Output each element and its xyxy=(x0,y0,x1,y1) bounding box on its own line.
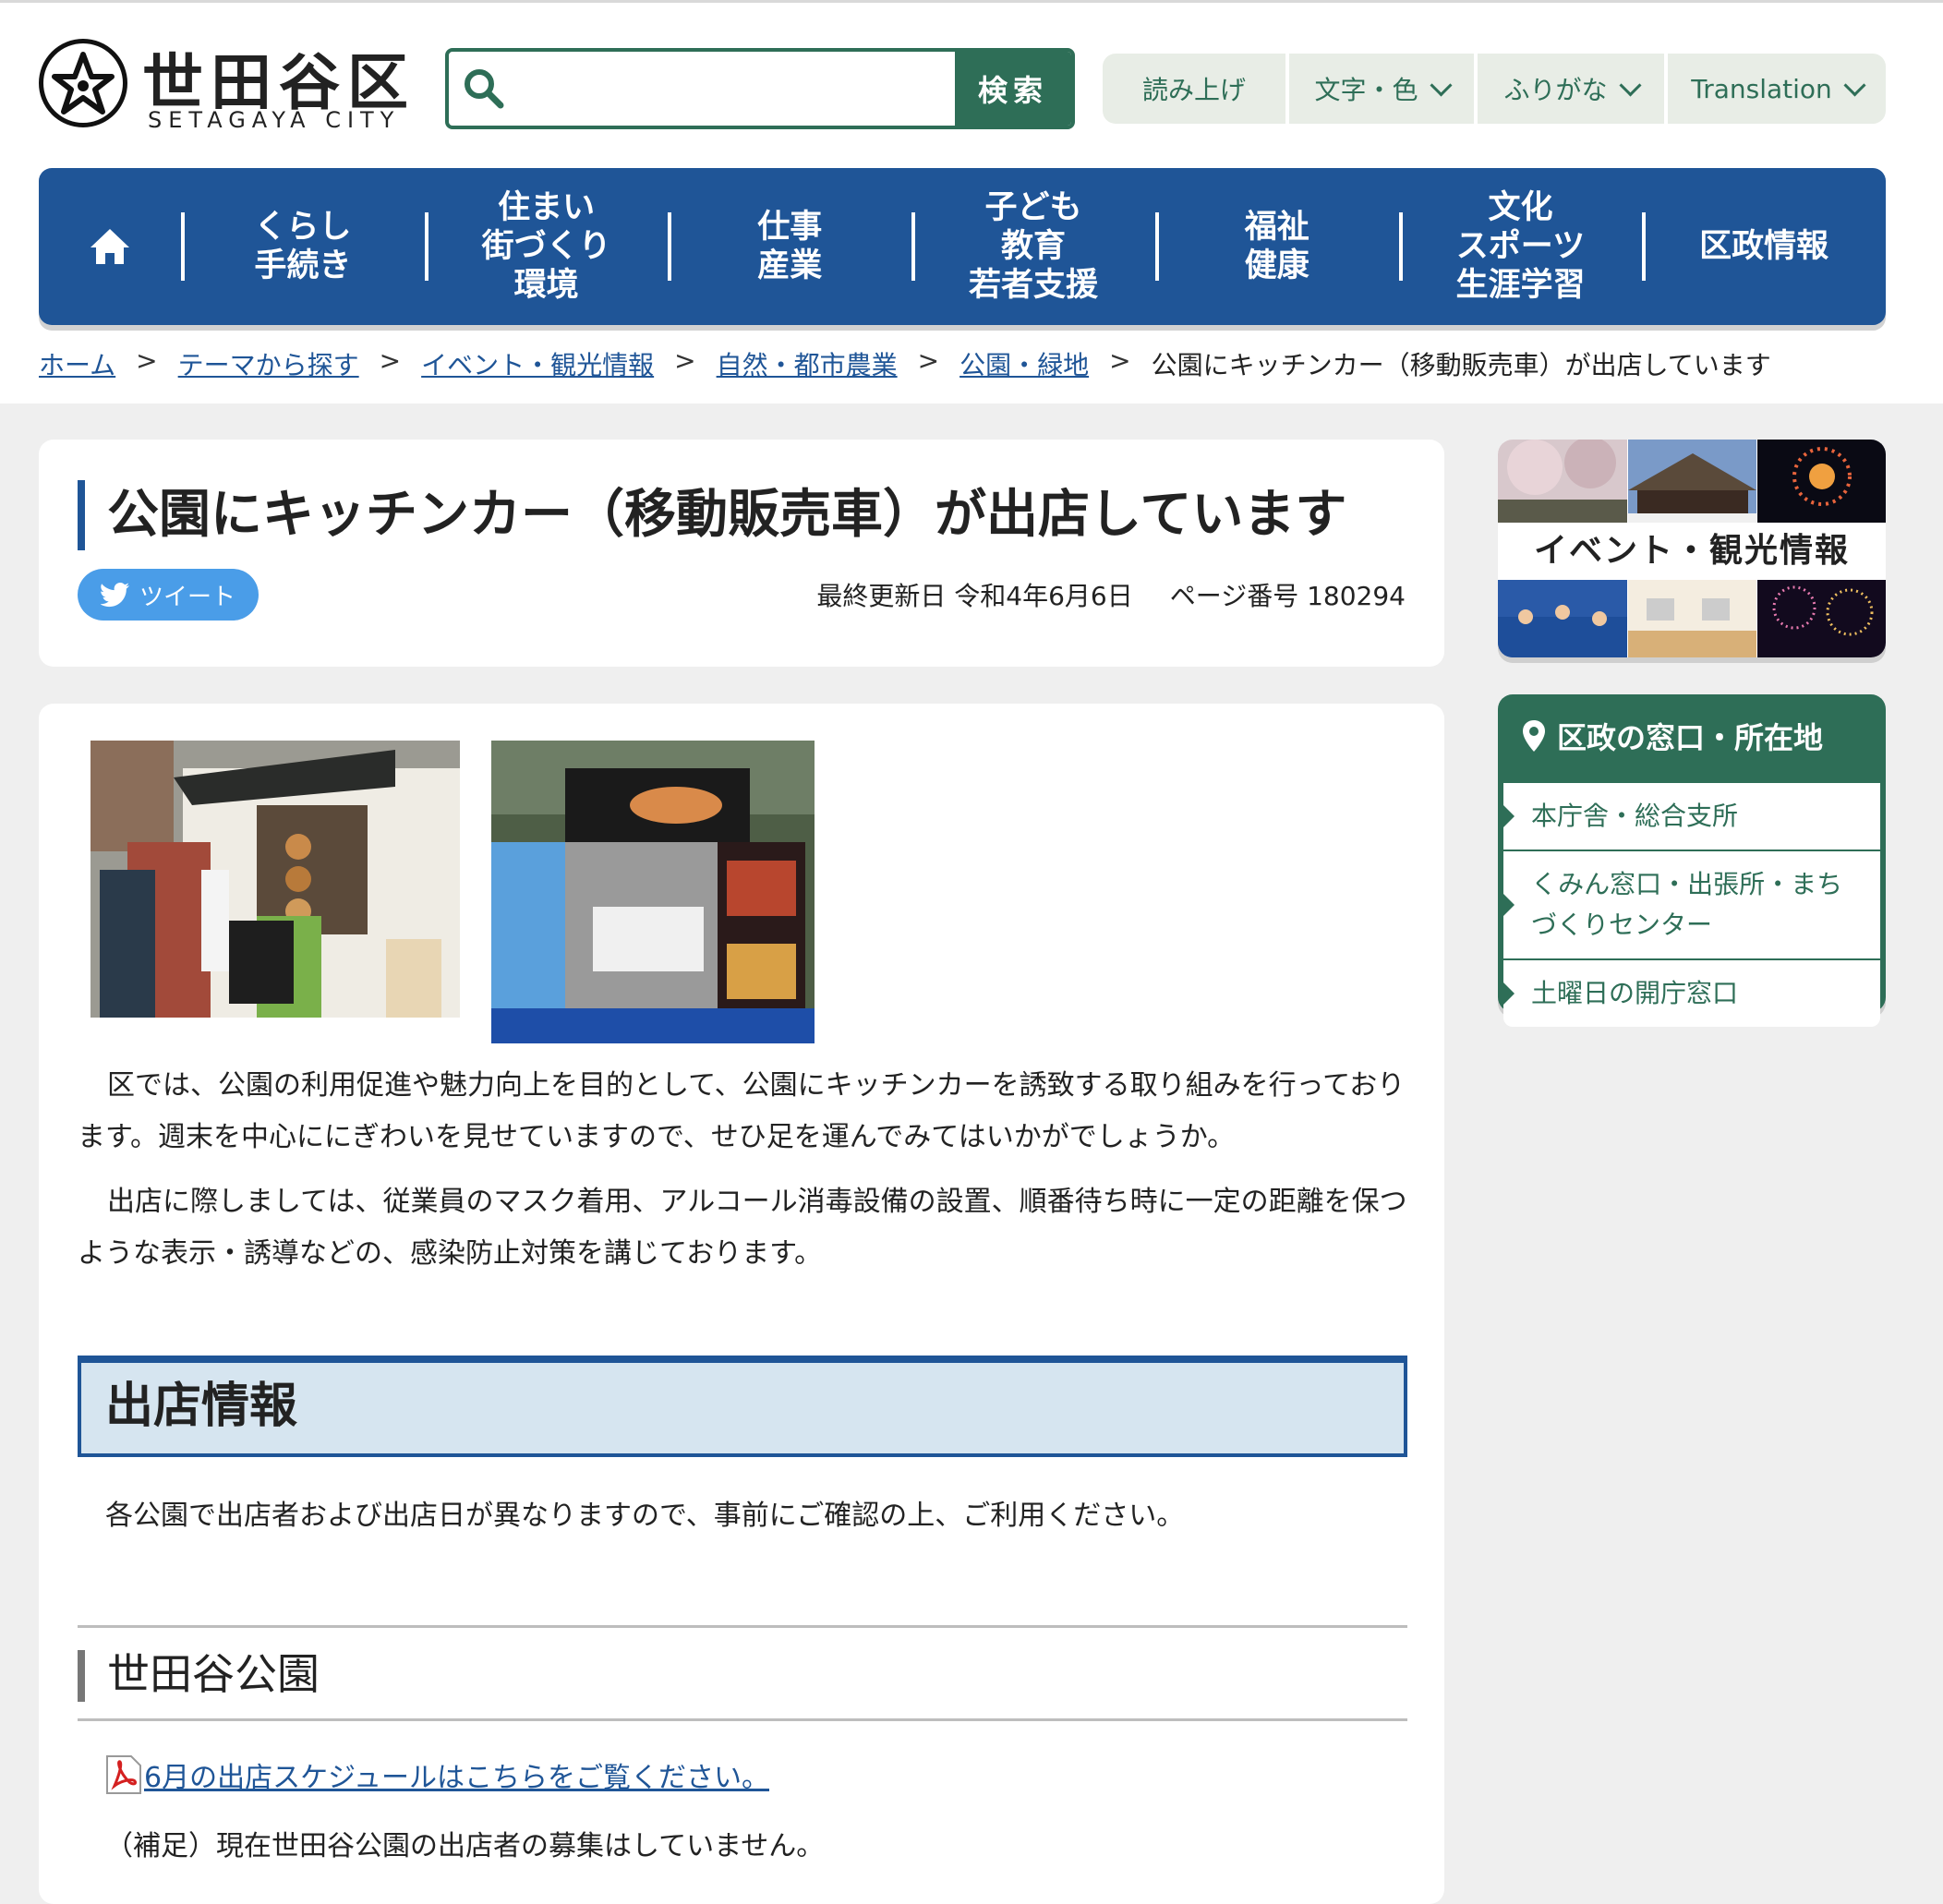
office-link-branch-offices[interactable]: くみん窓口・出張所・まちづくりセンター xyxy=(1503,851,1880,960)
page-number: ページ番号 180294 xyxy=(1169,581,1406,611)
nav-item-children[interactable]: 子ども 教育 若者支援 xyxy=(911,168,1155,325)
banner-title: イベント・観光情報 xyxy=(1498,523,1886,580)
tweet-button[interactable]: ツイート xyxy=(78,569,259,621)
translation-label: Translation xyxy=(1691,73,1832,104)
schedule-pdf-link[interactable]: 6月の出店スケジュールはこちらをご覧ください。 xyxy=(144,1754,769,1795)
nav-item-work[interactable]: 仕事 産業 xyxy=(668,168,911,325)
breadcrumb-theme[interactable]: テーマから探す xyxy=(178,345,359,382)
pdf-icon xyxy=(106,1755,141,1794)
kitchen-car-photo-2 xyxy=(491,741,815,1043)
breadcrumb-events[interactable]: イベント・観光情報 xyxy=(421,345,654,382)
breadcrumb-separator: > xyxy=(1109,345,1131,376)
heading-bar xyxy=(78,1650,85,1702)
read-aloud-label: 読み上げ xyxy=(1141,75,1246,105)
chevron-down-icon xyxy=(1843,73,1866,97)
banner-photo-marathon xyxy=(1498,580,1627,657)
safety-text: 出店に際しましては、従業員のマスク着用、アルコール消毒設備の設置、順番待ち時に一… xyxy=(78,1186,1407,1270)
home-icon xyxy=(91,229,129,264)
banner-photo-fireworks xyxy=(1757,440,1886,523)
nav-home[interactable] xyxy=(39,168,181,325)
store-info-paragraph: 各公園で出店者および出店日が異なりますので、事前にご確認の上、ご利用ください。 xyxy=(105,1500,1185,1532)
search-input[interactable] xyxy=(515,57,944,122)
setagaya-emblem-icon xyxy=(39,39,127,127)
office-locations-panel: 区政の窓口・所在地 本庁舎・総合支所 くみん窓口・出張所・まちづくりセンター 土… xyxy=(1498,694,1886,1027)
office-heading: 区政の窓口・所在地 xyxy=(1522,715,1823,757)
office-link-main-building[interactable]: 本庁舎・総合支所 xyxy=(1503,783,1880,851)
office-heading-text: 区政の窓口・所在地 xyxy=(1557,720,1824,755)
nav-item-government[interactable]: 区政情報 xyxy=(1642,168,1886,325)
logo-subtitle: SETAGAYA CITY xyxy=(148,107,401,133)
search-button[interactable]: 検索 xyxy=(955,52,1071,126)
breadcrumb-current: 公園にキッチンカー（移動販売車）が出店しています xyxy=(1151,350,1771,380)
page-title: 公園にキッチンカー（移動販売車）が出店しています xyxy=(78,480,1346,550)
nav-item-welfare[interactable]: 福祉 健康 xyxy=(1154,168,1399,325)
breadcrumb-separator: > xyxy=(674,345,696,376)
banner-photo-museum xyxy=(1628,580,1756,657)
events-banner[interactable]: イベント・観光情報 xyxy=(1498,440,1886,657)
furigana-label: ふりがな xyxy=(1503,75,1608,105)
page-meta: 最終更新日 令和4年6月6日 ページ番号 180294 xyxy=(816,576,1406,613)
text-color-label: 文字・色 xyxy=(1314,75,1418,105)
title-card: 公園にキッチンカー（移動販売車）が出店しています ツイート 最終更新日 令和4年… xyxy=(39,440,1444,667)
breadcrumb-home[interactable]: ホーム xyxy=(39,345,115,382)
breadcrumb-separator: > xyxy=(379,345,402,376)
chevron-down-icon xyxy=(1429,73,1453,97)
furigana-button[interactable]: ふりがな xyxy=(1478,54,1664,124)
schedule-link-row: 6月の出店スケジュールはこちらをご覧ください。 xyxy=(105,1754,769,1795)
subheading-text: 世田谷公園 xyxy=(107,1649,320,1699)
intro-paragraph: 区では、公園の利用促進や魅力向上を目的として、公園にキッチンカーを誘致する取り組… xyxy=(78,1060,1407,1163)
subheading-setagaya-park: 世田谷公園 xyxy=(78,1625,1407,1721)
office-link-list: 本庁舎・総合支所 くみん窓口・出張所・まちづくりセンター 土曜日の開庁窓口 xyxy=(1503,783,1880,1027)
nav-item-living[interactable]: くらし 手続き xyxy=(181,168,425,325)
section-heading-store-info: 出店情報 xyxy=(78,1356,1407,1457)
note-paragraph: （補足）現在世田谷公園の出店者の募集はしていません。 xyxy=(105,1830,825,1862)
breadcrumb-separator: > xyxy=(917,345,940,376)
last-updated: 最終更新日 令和4年6月6日 xyxy=(816,581,1133,611)
breadcrumb-separator: > xyxy=(136,345,158,376)
read-aloud-button[interactable]: 読み上げ xyxy=(1103,54,1285,124)
banner-photo-night-fireworks xyxy=(1757,580,1886,657)
banner-photo-farmhouse xyxy=(1628,440,1756,523)
content-card: 区では、公園の利用促進や魅力向上を目的として、公園にキッチンカーを誘致する取り組… xyxy=(39,704,1444,1904)
breadcrumb: ホーム > テーマから探す > イベント・観光情報 > 自然・都市農業 > 公園… xyxy=(39,345,1771,382)
map-pin-icon xyxy=(1523,720,1545,752)
intro-text: 区では、公園の利用促進や魅力向上を目的として、公園にキッチンカーを誘致する取り組… xyxy=(78,1069,1406,1153)
breadcrumb-nature[interactable]: 自然・都市農業 xyxy=(717,345,898,382)
office-link-saturday-service[interactable]: 土曜日の開庁窓口 xyxy=(1503,960,1880,1027)
banner-photo-cherry-blossom xyxy=(1498,440,1627,523)
nav-item-housing[interactable]: 住まい 街づくり 環境 xyxy=(424,168,669,325)
twitter-bird-icon xyxy=(100,583,129,608)
text-color-button[interactable]: 文字・色 xyxy=(1289,54,1474,124)
nav-item-culture[interactable]: 文化 スポーツ 生涯学習 xyxy=(1398,168,1643,325)
site-logo[interactable]: 世田谷区 SETAGAYA CITY xyxy=(39,39,408,140)
search-icon xyxy=(465,69,504,109)
global-nav: くらし 手続き 住まい 街づくり 環境 仕事 産業 子ども 教育 若者支援 福祉… xyxy=(39,168,1886,325)
chevron-down-icon xyxy=(1618,73,1642,97)
kitchen-car-photo-1 xyxy=(91,741,460,1018)
search-box: 検索 xyxy=(445,48,1075,129)
safety-paragraph: 出店に際しましては、従業員のマスク着用、アルコール消毒設備の設置、順番待ち時に一… xyxy=(78,1176,1407,1280)
translation-button[interactable]: Translation xyxy=(1668,54,1886,124)
tweet-label: ツイート xyxy=(139,583,235,611)
breadcrumb-parks[interactable]: 公園・緑地 xyxy=(959,345,1089,382)
